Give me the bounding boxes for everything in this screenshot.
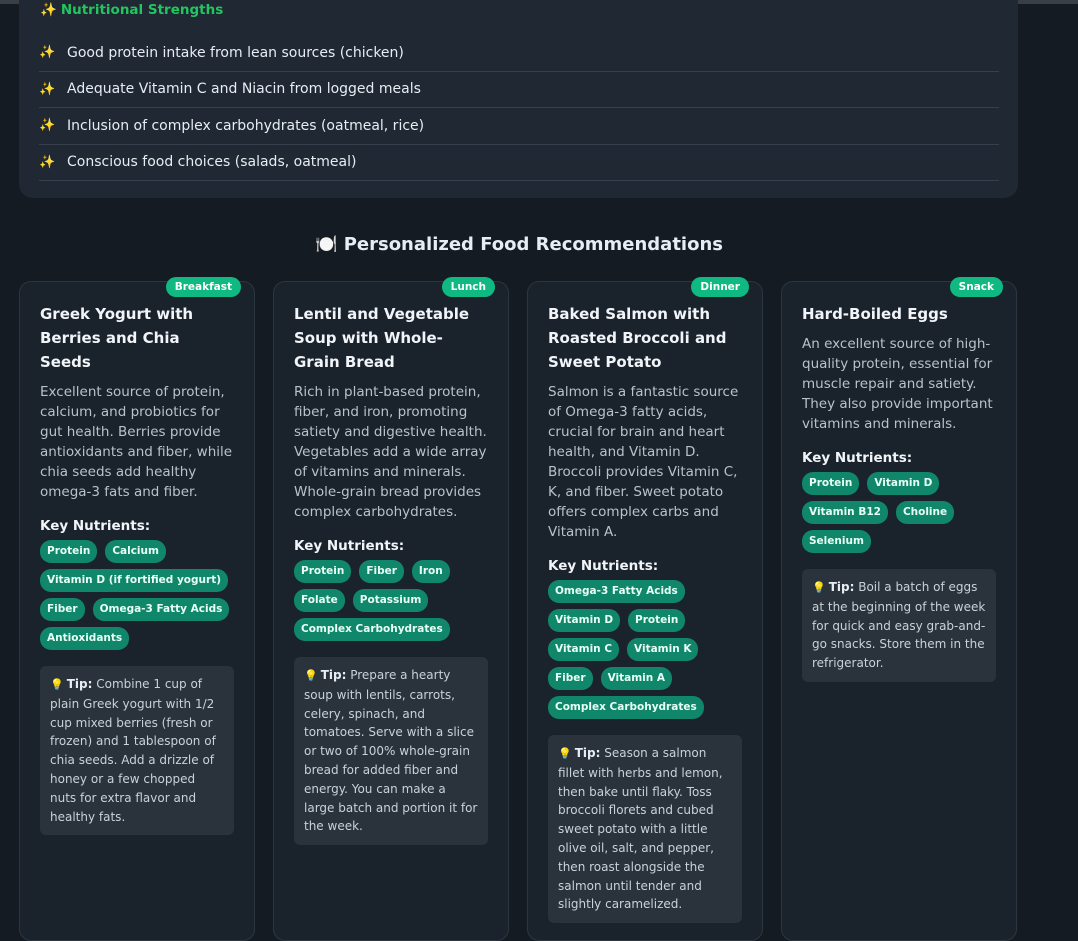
strengths-title-text: Nutritional Strengths — [60, 2, 224, 18]
list-item: ✨ Inclusion of complex carbohydrates (oa… — [39, 108, 999, 145]
recommendation-card-lunch: Lunch Lentil and Vegetable Soup with Who… — [273, 277, 509, 941]
recommendations-title: Personalized Food Recommendations — [343, 234, 723, 255]
strength-text: Good protein intake from lean sources (c… — [67, 44, 404, 61]
nutrient-tag: Vitamin D — [548, 609, 621, 632]
card-title: Hard-Boiled Eggs — [802, 305, 948, 323]
list-item: ✨ Good protein intake from lean sources … — [39, 35, 999, 72]
sparkles-icon: ✨ — [39, 81, 56, 97]
card-description: Salmon is a fantastic source of Omega-3 … — [548, 384, 739, 540]
card-description: Rich in plant-based protein, fiber, and … — [294, 384, 487, 520]
tip-box: 💡 Tip: Combine 1 cup of plain Greek yogur… — [40, 666, 234, 836]
tip-box: 💡 Tip: Prepare a hearty soup with lentils… — [294, 657, 488, 846]
sparkles-icon: ✨ — [39, 45, 56, 61]
card-description: An excellent source of high-quality prot… — [802, 336, 993, 432]
nutrient-tag: Vitamin K — [627, 638, 699, 661]
nutrient-tag: Vitamin D (if fortified yogurt) — [40, 569, 229, 592]
key-nutrients-label: Key Nutrients: — [40, 518, 151, 534]
recommendation-card-snack: Snack Hard-Boiled Eggs An excellent sour… — [781, 277, 1017, 941]
tip-label: Tip: — [320, 668, 347, 682]
nutrient-tag: Folate — [294, 589, 345, 612]
nutrient-tags: Protein Calcium Vitamin D (if fortified … — [40, 540, 234, 650]
sparkles-icon: ✨ — [40, 2, 57, 18]
recommendations-heading: 🍽️ Personalized Food Recommendations — [0, 234, 1038, 255]
nutrient-tag: Vitamin C — [548, 638, 620, 661]
plate-cutlery-icon: 🍽️ — [315, 234, 338, 255]
nutrient-tag: Protein — [802, 472, 860, 495]
meal-badge: Lunch — [441, 277, 495, 297]
nutrient-tag: Iron — [411, 560, 450, 583]
strength-text: Inclusion of complex carbohydrates (oatm… — [67, 117, 425, 134]
nutrient-tag: Fiber — [40, 598, 85, 621]
recommendation-card-dinner: Dinner Baked Salmon with Roasted Broccol… — [527, 277, 763, 941]
nutrient-tag: Omega-3 Fatty Acids — [548, 580, 685, 603]
strengths-heading: ✨ Nutritional Strengths — [40, 2, 223, 18]
tip-label: Tip: — [828, 580, 855, 594]
nutrient-tags: Omega-3 Fatty Acids Vitamin D Protein Vi… — [548, 580, 742, 719]
tip-text: Season a salmon fillet with herbs and le… — [558, 746, 723, 912]
lightbulb-icon: 💡 — [812, 581, 826, 594]
nutrient-tag: Calcium — [105, 540, 166, 563]
list-item: ✨ Conscious food choices (salads, oatmea… — [39, 145, 999, 181]
tip-label: Tip: — [66, 677, 93, 691]
card-title: Lentil and Vegetable Soup with Whole-Gra… — [294, 305, 470, 371]
nutrient-tag: Protein — [40, 540, 98, 563]
nutrient-tag: Selenium — [802, 530, 871, 553]
key-nutrients-label: Key Nutrients: — [294, 538, 405, 554]
nutrient-tags: Protein Vitamin D Vitamin B12 Choline Se… — [802, 472, 996, 553]
nutrient-tag: Complex Carbohydrates — [294, 618, 450, 641]
card-title: Baked Salmon with Roasted Broccoli and S… — [548, 305, 727, 371]
strength-text: Adequate Vitamin C and Niacin from logge… — [67, 81, 421, 98]
strength-text: Conscious food choices (salads, oatmeal) — [67, 154, 357, 171]
key-nutrients-label: Key Nutrients: — [802, 450, 913, 466]
meal-badge: Breakfast — [165, 277, 241, 297]
nutrient-tag: Choline — [895, 501, 955, 524]
tip-text: Prepare a hearty soup with lentils, carr… — [304, 668, 478, 834]
nutrient-tag: Fiber — [548, 667, 593, 690]
nutrient-tag: Complex Carbohydrates — [548, 696, 704, 719]
meal-badge: Dinner — [691, 277, 749, 297]
nutrient-tags: Protein Fiber Iron Folate Potassium Comp… — [294, 560, 488, 641]
nutrient-tag: Fiber — [359, 560, 404, 583]
nutrient-tag: Potassium — [352, 589, 429, 612]
lightbulb-icon: 💡 — [558, 747, 572, 760]
sparkles-icon: ✨ — [39, 118, 56, 134]
nutrient-tag: Vitamin D — [867, 472, 940, 495]
nutrient-tag: Vitamin A — [600, 667, 673, 690]
tip-label: Tip: — [574, 746, 601, 760]
recommendation-card-breakfast: Breakfast Greek Yogurt with Berries and … — [19, 277, 255, 941]
tip-box: 💡 Tip: Boil a batch of eggs at the beginn… — [802, 569, 996, 682]
tip-text: Combine 1 cup of plain Greek yogurt with… — [50, 677, 216, 824]
nutrient-tag: Vitamin B12 — [802, 501, 888, 524]
card-description: Excellent source of protein, calcium, an… — [40, 384, 233, 500]
strengths-list: ✨ Good protein intake from lean sources … — [39, 35, 999, 181]
card-title: Greek Yogurt with Berries and Chia Seeds — [40, 305, 194, 371]
lightbulb-icon: 💡 — [304, 669, 318, 682]
nutritional-strengths-panel: ✨ Nutritional Strengths ✨ Good protein in… — [19, 0, 1018, 198]
nutrient-tag: Protein — [628, 609, 686, 632]
list-item: ✨ Adequate Vitamin C and Niacin from log… — [39, 72, 999, 108]
lightbulb-icon: 💡 — [50, 678, 64, 691]
meal-badge: Snack — [949, 277, 1003, 297]
sparkles-icon: ✨ — [39, 154, 56, 170]
nutrient-tag: Antioxidants — [40, 627, 130, 650]
key-nutrients-label: Key Nutrients: — [548, 558, 659, 574]
nutrient-tag: Omega-3 Fatty Acids — [92, 598, 230, 621]
nutrient-tag: Protein — [294, 560, 352, 583]
tip-box: 💡 Tip: Season a salmon fillet with herbs … — [548, 735, 742, 924]
